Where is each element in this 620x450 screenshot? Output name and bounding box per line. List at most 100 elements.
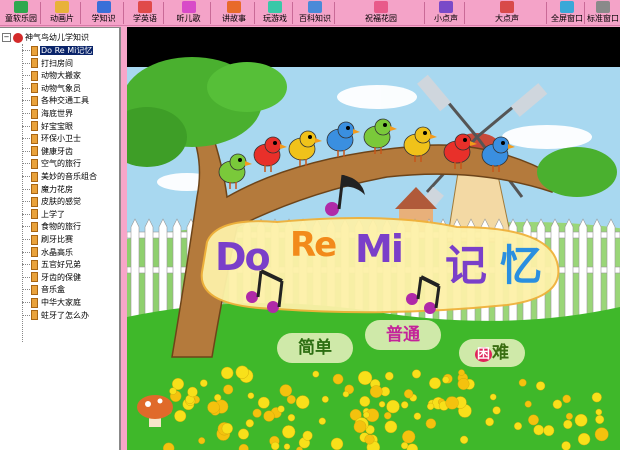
globe-icon — [308, 1, 322, 13]
tree-item[interactable]: 健康牙齿 — [22, 146, 74, 158]
toolbar-button-1[interactable]: 动画片 — [42, 0, 82, 26]
tree-item[interactable]: 牙齿的保健 — [22, 272, 82, 284]
flower-blossom — [312, 370, 320, 378]
collapse-toggle-icon[interactable]: − — [2, 33, 11, 42]
tree-connector — [22, 239, 30, 240]
title-mi: Mi — [355, 227, 404, 271]
flower-blossom — [404, 389, 414, 399]
flower-blossom — [563, 419, 573, 430]
lesson-book-icon — [31, 171, 38, 182]
story-icon — [227, 1, 241, 13]
toolbar-button-11[interactable]: 全屏窗口 — [548, 0, 586, 26]
hard-button-char2: 难 — [492, 343, 509, 363]
toolbar-button-label: 讲故事 — [222, 14, 246, 23]
toolbar-separator — [424, 2, 425, 24]
tree-item[interactable]: Do Re Mi记忆 — [22, 45, 94, 57]
easy-button[interactable]: 简单 — [277, 333, 353, 363]
tree-item-label: 刷牙比赛 — [41, 235, 73, 244]
toolbar-button-label: 动画片 — [50, 14, 74, 23]
toolbar-button-label: 标准窗口 — [587, 14, 619, 23]
hard-button-char1: 困 — [474, 347, 492, 362]
tree-connector — [22, 113, 30, 114]
flower-blossom — [263, 410, 275, 422]
title-re: Re — [290, 225, 337, 265]
toolbar-button-5[interactable]: 讲故事 — [212, 0, 256, 26]
toolbar-separator — [254, 2, 255, 24]
tree-item[interactable]: 动物气象员 — [22, 83, 82, 95]
tree-item[interactable]: 蛀牙了怎么办 — [22, 310, 90, 322]
flower-blossom — [413, 412, 422, 420]
toolbar-button-label: 大点声 — [495, 14, 519, 23]
game-icon — [268, 1, 282, 13]
flower-blossom — [295, 395, 310, 409]
tree-connector — [22, 302, 30, 303]
title-cn-ji: 记 — [445, 241, 488, 290]
toolbar-separator — [334, 2, 335, 24]
tree-item-label: 中华大家庭 — [41, 298, 81, 307]
tree-root[interactable]: − 神气鸟幼儿学知识 — [2, 32, 89, 44]
toolbar-button-label: 玩游戏 — [263, 14, 287, 23]
toolbar-button-label: 童软乐园 — [5, 14, 37, 23]
lesson-book-icon — [31, 221, 38, 232]
tree-item-label: 皮肤的感觉 — [41, 197, 81, 207]
toolbar-button-3[interactable]: 学英语 — [125, 0, 165, 26]
toolbar-button-0[interactable]: 童软乐园 — [0, 0, 42, 26]
tree-item[interactable]: 魔力花房 — [22, 184, 74, 196]
tree-item[interactable]: 空气的旅行 — [22, 158, 82, 170]
toolbar-button-8[interactable]: 祝福花园 — [336, 0, 426, 26]
flower-blossom — [402, 430, 416, 444]
toolbar-separator — [584, 2, 585, 24]
toolbar-button-12[interactable]: 标准窗口 — [586, 0, 620, 26]
flower-blossom — [595, 408, 603, 416]
tree-item[interactable]: 好宝宝眼 — [22, 121, 74, 133]
flower-blossom — [591, 392, 602, 403]
tree-connector — [22, 213, 30, 215]
tree-item[interactable]: 皮肤的感觉 — [22, 196, 82, 208]
tree-item-label: 动物气象员 — [41, 83, 81, 93]
tree-item[interactable]: 各种交通工具 — [22, 95, 90, 107]
toolbar-separator — [80, 2, 81, 24]
flower-blossom — [283, 443, 291, 450]
tree-item[interactable]: 上学了 — [22, 209, 66, 221]
house-icon — [14, 1, 28, 13]
lesson-book-icon — [31, 284, 38, 295]
toolbar-button-2[interactable]: 学知识 — [82, 0, 125, 26]
toolbar-button-10[interactable]: 大点声 — [466, 0, 548, 26]
flower-blossom — [363, 411, 370, 419]
toolbar-button-4[interactable]: 听儿歌 — [165, 0, 212, 26]
toolbar-button-9[interactable]: 小点声 — [426, 0, 466, 26]
tree-item[interactable]: 环保小卫士 — [22, 133, 82, 145]
hard-button[interactable]: 困难 — [459, 339, 525, 367]
normal-button[interactable]: 普通 — [365, 320, 441, 350]
lesson-book-icon — [31, 45, 38, 56]
bird-logo-icon — [13, 32, 23, 43]
title-cn-yi: 忆 — [500, 241, 543, 290]
toolbar-button-label: 全屏窗口 — [551, 14, 583, 23]
lesson-book-icon — [31, 209, 38, 220]
fence-post — [564, 218, 574, 326]
flower-blossom — [286, 395, 296, 405]
tree-item[interactable]: 打扫房间 — [22, 58, 74, 70]
tree-item[interactable]: 中华大家庭 — [22, 297, 82, 309]
tree-connector — [22, 125, 30, 127]
lesson-book-icon — [31, 146, 38, 157]
toolbar-button-7[interactable]: 百科知识 — [294, 0, 336, 26]
flower-blossom — [429, 377, 441, 390]
fence-post — [144, 218, 154, 326]
tree-item[interactable]: 海底世界 — [22, 108, 74, 120]
toolbar-button-6[interactable]: 玩游戏 — [256, 0, 294, 26]
flower-blossom — [277, 405, 285, 413]
flower-blossom — [565, 412, 573, 420]
tree-item[interactable]: 刷牙比赛 — [22, 234, 74, 246]
tree-item[interactable]: 美妙的音乐组合 — [22, 171, 98, 183]
flower-blossom — [594, 427, 609, 442]
tree-item[interactable]: 食物的旅行 — [22, 221, 82, 233]
tree-connector — [22, 176, 30, 177]
tree-connector — [22, 201, 30, 203]
flower-blossom — [342, 390, 350, 398]
tree-item[interactable]: 动物大搬家 — [22, 70, 82, 82]
tree-item[interactable]: 音乐盒 — [22, 284, 66, 296]
book-icon — [96, 1, 111, 13]
tree-item[interactable]: 水晶高乐 — [22, 247, 74, 259]
tree-item[interactable]: 五官好兄弟 — [22, 259, 82, 271]
